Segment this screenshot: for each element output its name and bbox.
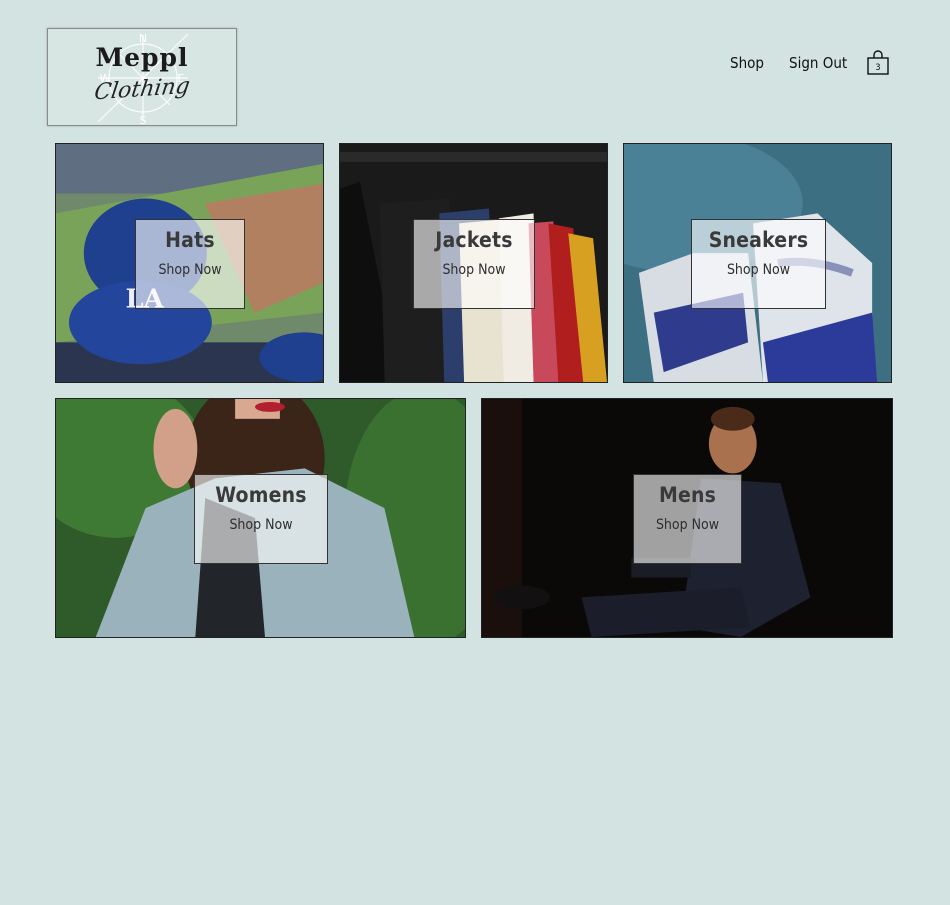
nav-sign-out-link[interactable]: Sign Out: [789, 54, 847, 72]
category-tile-mens[interactable]: Mens Shop Now: [481, 398, 893, 638]
svg-text:S: S: [140, 114, 147, 126]
category-card-jackets: Jackets Shop Now: [413, 219, 535, 309]
shop-now-link-womens[interactable]: Shop Now: [195, 517, 327, 533]
category-title-womens: Womens: [215, 483, 307, 507]
shop-now-link-mens[interactable]: Shop Now: [634, 517, 741, 533]
category-tile-sneakers[interactable]: Sneakers Shop Now: [623, 143, 892, 383]
category-title-jackets: Jackets: [435, 228, 513, 252]
category-tile-jackets[interactable]: Jackets Shop Now: [339, 143, 608, 383]
category-card-hats: Hats Shop Now: [135, 219, 245, 309]
shop-now-link-hats[interactable]: Shop Now: [136, 262, 244, 278]
category-title-hats: Hats: [165, 228, 215, 252]
logo[interactable]: N E S W Meppl Clothing: [47, 28, 237, 126]
category-card-womens: Womens Shop Now: [194, 474, 328, 564]
category-title-mens: Mens: [658, 483, 717, 507]
cart-count: 3: [875, 63, 881, 73]
category-tile-womens[interactable]: Womens Shop Now: [55, 398, 466, 638]
category-card-sneakers: Sneakers Shop Now: [691, 219, 826, 309]
logo-brand-text: Meppl: [95, 43, 189, 72]
shop-now-link-jackets[interactable]: Shop Now: [414, 262, 534, 278]
category-title-sneakers: Sneakers: [708, 228, 809, 252]
shop-now-link-sneakers[interactable]: Shop Now: [692, 262, 825, 278]
cart-button[interactable]: 3: [866, 50, 890, 76]
nav-shop-link[interactable]: Shop: [730, 54, 764, 72]
category-tile-hats[interactable]: LA Hats Shop Now: [55, 143, 324, 383]
category-card-mens: Mens Shop Now: [633, 474, 742, 564]
